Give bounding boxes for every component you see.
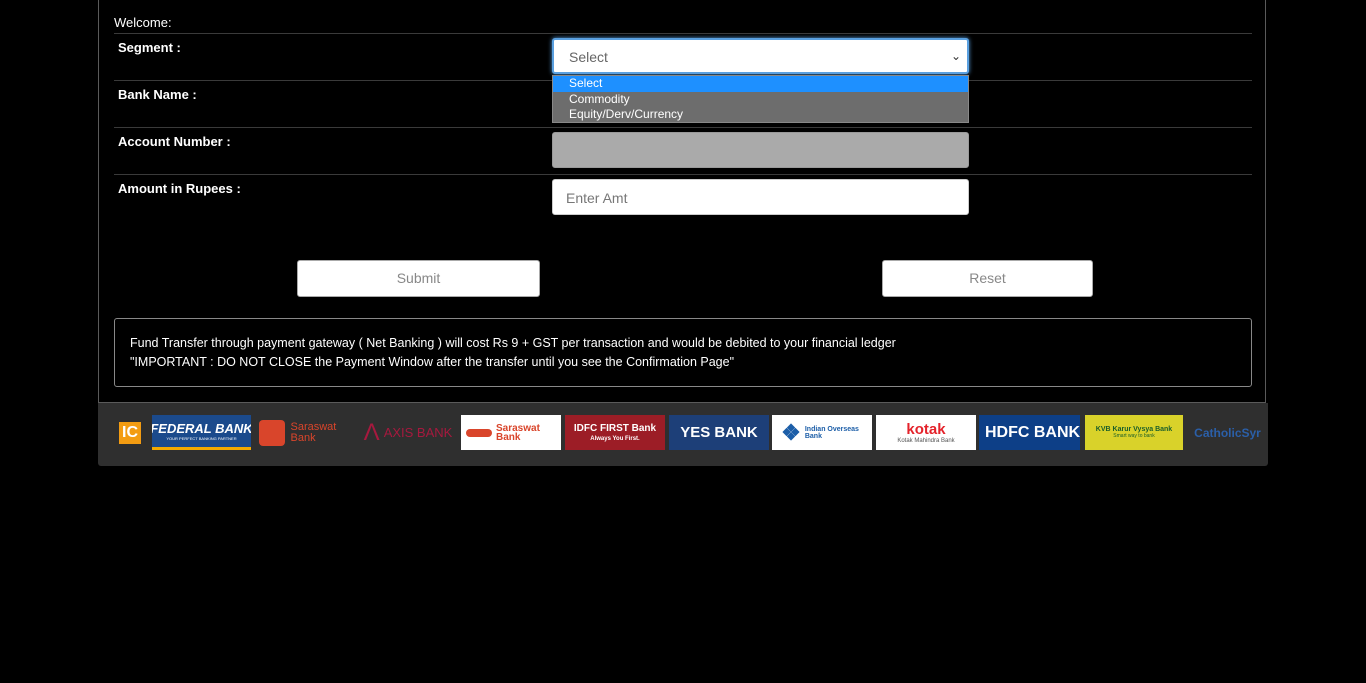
account-number-field[interactable] xyxy=(552,132,969,168)
segment-option-equity-derv-currency[interactable]: Equity/Derv/Currency xyxy=(553,107,968,123)
indian-overseas-bank-logo: ❖ Indian Overseas Bank xyxy=(772,415,872,450)
segment-label: Segment : xyxy=(118,40,181,55)
segment-option-commodity[interactable]: Commodity xyxy=(553,92,968,108)
notice-line-2: "IMPORTANT : DO NOT CLOSE the Payment Wi… xyxy=(130,355,735,369)
welcome-text: Welcome: xyxy=(114,15,172,30)
axis-bank-logo: Λ AXIS BANK xyxy=(358,415,458,450)
amount-placeholder: Enter Amt xyxy=(566,190,628,206)
catholic-syrian-bank-logo: CatholicSyr xyxy=(1187,415,1268,450)
federal-bank-logo: FEDERAL BANK YOUR PERFECT BANKING PARTNE… xyxy=(152,415,251,450)
notice-box: Fund Transfer through payment gateway ( … xyxy=(114,318,1252,387)
segment-select[interactable]: Select ⌄ xyxy=(552,38,969,74)
kotak-logo: kotak Kotak Mahindra Bank xyxy=(876,415,976,450)
ic-logo: IC xyxy=(112,415,148,450)
idfc-first-bank-logo: IDFC FIRST Bank Always You First. xyxy=(565,415,665,450)
bank-name-label: Bank Name : xyxy=(118,87,197,102)
yes-bank-logo: YES BANK xyxy=(669,415,769,450)
notice-line-1: Fund Transfer through payment gateway ( … xyxy=(130,336,896,350)
segment-option-select[interactable]: Select xyxy=(553,76,968,92)
reset-button[interactable]: Reset xyxy=(882,260,1093,297)
amount-label: Amount in Rupees : xyxy=(118,181,241,196)
account-number-label: Account Number : xyxy=(118,134,231,149)
bank-logos-strip: IC FEDERAL BANK YOUR PERFECT BANKING PAR… xyxy=(98,403,1268,466)
segment-dropdown-list: Select Commodity Equity/Derv/Currency xyxy=(552,75,969,123)
saraswat-bank-logo-2: Saraswat Bank xyxy=(461,415,561,450)
saraswat-bank-logo: Saraswat Bank xyxy=(255,415,354,450)
hdfc-bank-logo: HDFC BANK xyxy=(979,415,1080,450)
segment-select-value: Select xyxy=(569,49,608,65)
submit-button[interactable]: Submit xyxy=(297,260,540,297)
amount-input[interactable]: Enter Amt xyxy=(552,179,969,215)
chevron-down-icon: ⌄ xyxy=(950,49,961,63)
karur-vysya-bank-logo: KVB Karur Vysya Bank Smart way to bank xyxy=(1085,415,1183,450)
